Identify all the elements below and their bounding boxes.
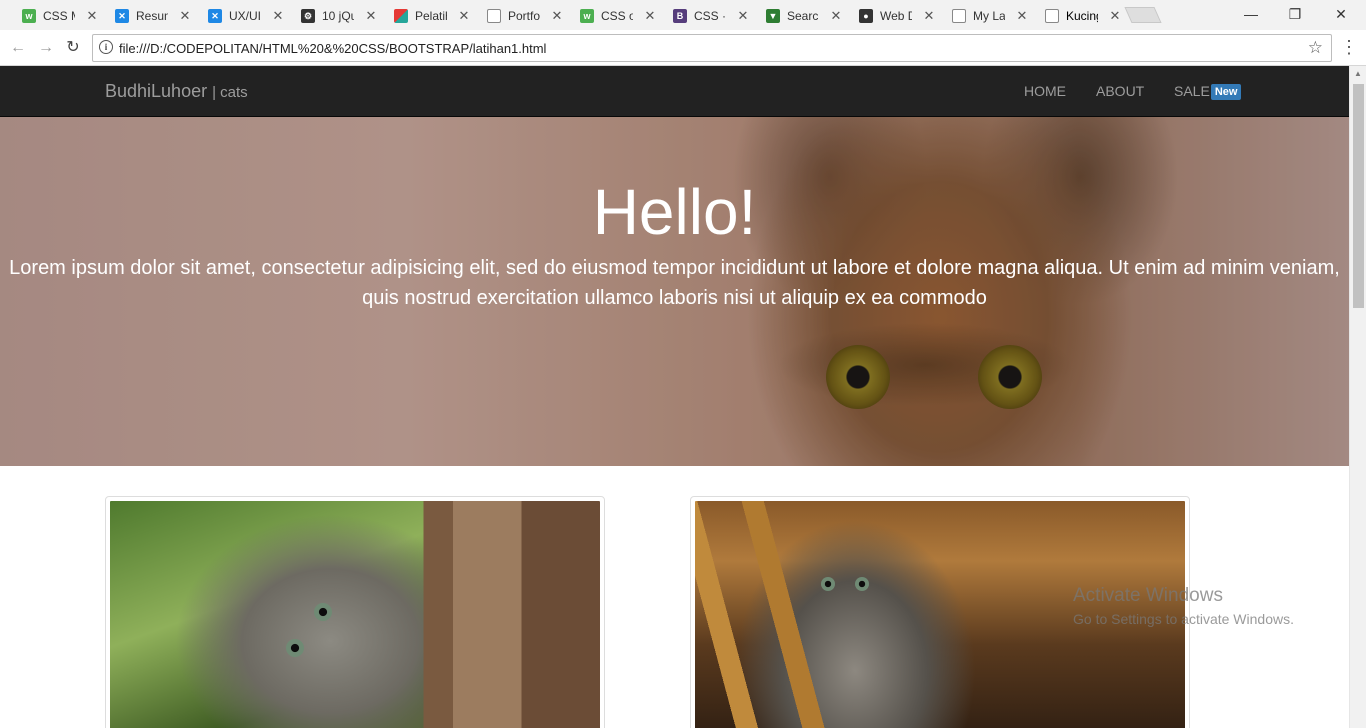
browser-tab[interactable]: ✕ Resum ✕ xyxy=(99,2,197,30)
browser-tab[interactable]: B CSS · ✕ xyxy=(657,2,755,30)
info-icon[interactable]: i xyxy=(99,40,113,54)
tab-title: CSS ol xyxy=(601,9,633,23)
hero-title: Hello! xyxy=(592,176,757,248)
page-icon xyxy=(487,9,501,23)
brand-subtitle: | cats xyxy=(212,84,248,101)
close-icon[interactable]: ✕ xyxy=(84,8,100,24)
new-tab-button[interactable] xyxy=(1124,7,1162,23)
browser-toolbar: ← → ↻ i file:///D:/CODEPOLITAN/HTML%20&%… xyxy=(0,30,1366,66)
site-navbar: BudhiLuhoer | cats HOME ABOUT SALE New xyxy=(0,66,1349,117)
hero-text: Lorem ipsum dolor sit amet, consectetur … xyxy=(9,257,1340,309)
tab-title: CSS · xyxy=(694,9,726,23)
bootstrap-icon: B xyxy=(673,9,687,23)
xcode-icon: ✕ xyxy=(115,9,129,23)
tab-title: CSS M xyxy=(43,9,75,23)
tab-strip: w CSS M ✕ ✕ Resum ✕ ✕ UX/UI ✕ ⚙ 10 jQu ✕… xyxy=(0,0,1366,30)
nav-sale-label: SALE xyxy=(1174,83,1210,99)
browser-tab-active[interactable]: Kucing ✕ xyxy=(1029,2,1127,30)
new-badge: New xyxy=(1210,84,1242,100)
kitten-eye-left xyxy=(314,603,332,621)
bookmark-star-icon[interactable]: ☆ xyxy=(1308,38,1323,58)
close-icon[interactable]: ✕ xyxy=(270,8,286,24)
close-icon[interactable]: ✕ xyxy=(1014,8,1030,24)
page-icon xyxy=(952,9,966,23)
tab-title: UX/UI xyxy=(229,9,261,23)
cube-icon xyxy=(394,9,408,23)
nav-home-link[interactable]: HOME xyxy=(1024,83,1066,99)
browser-tab[interactable]: ● Web D ✕ xyxy=(843,2,941,30)
cat-eye-right xyxy=(855,577,869,591)
w3schools-icon: w xyxy=(22,9,36,23)
kitten-eye-right xyxy=(286,639,304,657)
cat-thumbnail-card[interactable] xyxy=(105,496,605,728)
back-arrow-icon[interactable]: ← xyxy=(8,38,28,58)
browser-tab[interactable]: My La ✕ xyxy=(936,2,1034,30)
browser-tab[interactable]: Portfo ✕ xyxy=(471,2,569,30)
tab-title: 10 jQu xyxy=(322,9,354,23)
nav-about-link[interactable]: ABOUT xyxy=(1096,83,1144,99)
minimize-button[interactable]: — xyxy=(1228,0,1274,30)
scroll-up-arrow-icon[interactable]: ▲ xyxy=(1354,69,1362,78)
close-icon[interactable]: ✕ xyxy=(921,8,937,24)
activate-windows-watermark: Activate Windows Go to Settings to activ… xyxy=(1073,585,1294,627)
watermark-title: Activate Windows xyxy=(1073,585,1223,606)
forward-arrow-icon[interactable]: → xyxy=(36,38,56,58)
xcode-icon: ✕ xyxy=(208,9,222,23)
browser-tab[interactable]: w CSS ol ✕ xyxy=(564,2,662,30)
close-icon[interactable]: ✕ xyxy=(1107,8,1123,24)
address-bar[interactable]: i file:///D:/CODEPOLITAN/HTML%20&%20CSS/… xyxy=(92,34,1332,62)
tab-title: Web D xyxy=(880,9,912,23)
close-icon[interactable]: ✕ xyxy=(642,8,658,24)
page-viewport: BudhiLuhoer | cats HOME ABOUT SALE New He… xyxy=(0,66,1349,728)
brand-name: BudhiLuhoer xyxy=(105,81,208,101)
brand-link[interactable]: BudhiLuhoer | cats xyxy=(105,81,248,102)
close-icon[interactable]: ✕ xyxy=(735,8,751,24)
browser-tab[interactable]: ⚙ 10 jQu ✕ xyxy=(285,2,383,30)
browser-tab[interactable]: ▼ Search ✕ xyxy=(750,2,848,30)
scrollbar-thumb[interactable] xyxy=(1353,84,1364,308)
close-icon[interactable]: ✕ xyxy=(549,8,565,24)
tab-title: Search xyxy=(787,9,819,23)
close-window-button[interactable]: ✕ xyxy=(1318,0,1364,30)
tab-title: Pelatih xyxy=(415,9,447,23)
close-icon[interactable]: ✕ xyxy=(363,8,379,24)
page-icon xyxy=(1045,9,1059,23)
url-text[interactable]: file:///D:/CODEPOLITAN/HTML%20&%20CSS/BO… xyxy=(119,41,546,56)
gear-icon: ⚙ xyxy=(301,9,315,23)
menu-icon[interactable]: ⋮ xyxy=(1340,38,1358,58)
tab-title: Kucing xyxy=(1066,9,1098,23)
browser-tab[interactable]: w CSS M ✕ xyxy=(6,2,104,30)
watermark-subtitle: Go to Settings to activate Windows. xyxy=(1073,611,1294,627)
close-icon[interactable]: ✕ xyxy=(177,8,193,24)
camera-icon: ● xyxy=(859,9,873,23)
page-scrollbar[interactable]: ▲ xyxy=(1349,66,1366,728)
tab-title: Resum xyxy=(136,9,168,23)
cat-eye-left xyxy=(821,577,835,591)
hero-jumbotron: Hello! Lorem ipsum dolor sit amet, conse… xyxy=(0,117,1349,466)
browser-tab[interactable]: ✕ UX/UI ✕ xyxy=(192,2,290,30)
close-icon[interactable]: ✕ xyxy=(828,8,844,24)
funnel-icon: ▼ xyxy=(766,9,780,23)
kitten-photo xyxy=(110,501,600,728)
restore-button[interactable]: ❐ xyxy=(1272,0,1318,30)
browser-tab[interactable]: Pelatih ✕ xyxy=(378,2,476,30)
close-icon[interactable]: ✕ xyxy=(456,8,472,24)
w3schools-icon: w xyxy=(580,9,594,23)
nav-sale-link[interactable]: SALE New xyxy=(1174,83,1242,100)
tab-title: Portfo xyxy=(508,9,540,23)
tab-title: My La xyxy=(973,9,1005,23)
reload-icon[interactable]: ↻ xyxy=(63,38,83,58)
